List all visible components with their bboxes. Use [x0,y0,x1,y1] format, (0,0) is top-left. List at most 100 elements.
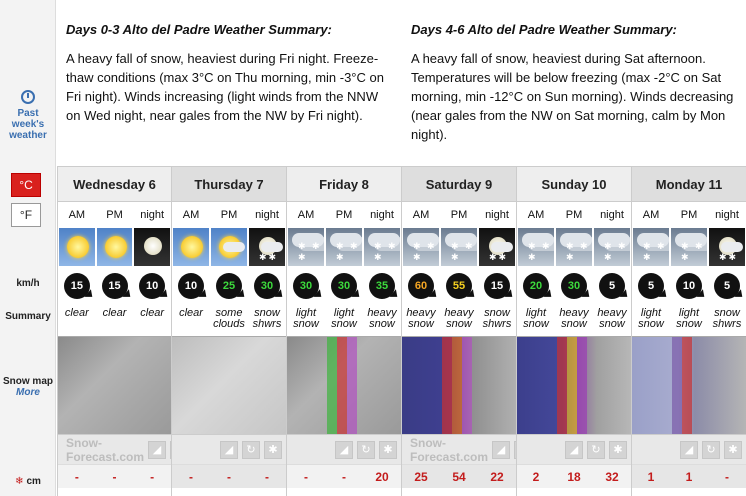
wind-arrow-icon: 30 [254,273,280,299]
wind-cell: 30 [248,273,286,299]
wind-row-label: km/h [16,278,40,289]
map-zoom-icon[interactable]: ◢ [335,440,353,459]
map-zoom-icon[interactable]: ◢ [565,440,583,459]
map-snowflake-icon[interactable]: ✱ [609,440,627,459]
snow-map[interactable] [58,336,171,434]
snow-amount-row: 25 54 22 [402,464,516,488]
map-refresh-icon[interactable]: ↻ [587,440,605,459]
snow-map-band [577,337,587,434]
map-zoom-icon[interactable]: ◢ [148,440,167,459]
weather-description: light snow [293,307,319,330]
snow-amount: 20 [375,470,389,484]
wind-row: 10 25 30 [172,266,286,306]
snow-map-row-label: Snow map More [0,376,56,398]
wind-cell: 25 [210,273,248,299]
snow-cloud-icon: ✱ ✱ ✱ [326,228,362,266]
wind-arrow-icon: 10 [139,273,166,299]
period-label: night [715,209,739,221]
summary-row: heavy snow heavy snow snow shwrs [402,306,516,336]
fahrenheit-button[interactable]: °F [11,203,41,227]
snow-amount: - [265,470,269,484]
snow-cloud-icon: ✱ ✱ ✱ [288,228,324,266]
summary-row: light snow light snow snow shwrs [632,306,746,336]
map-refresh-icon[interactable]: ↻ [702,440,720,459]
period-label: PM [565,209,583,221]
wind-arrow-icon: 20 [523,273,549,299]
period-label: AM [68,209,86,221]
snow-cloud-icon: ✱ ✱ ✱ [403,228,439,266]
snow-map[interactable] [287,336,401,434]
wind-speed: 10 [682,280,696,292]
summary-row: light snow heavy snow heavy snow [517,306,631,336]
snow-map[interactable] [172,336,286,434]
snow-map[interactable] [402,336,516,434]
summary-title: Days 4-6 Alto del Padre Weather Summary: [411,22,677,37]
map-snowflake-icon[interactable]: ✱ [264,440,282,459]
weather-description: heavy snow [559,307,589,330]
day-header: Friday 8 [287,166,401,202]
celsius-button[interactable]: °C [11,173,41,197]
day-column: Wednesday 6 AM PM night 15 15 10 clear clear clea… [57,166,211,496]
map-snowflake-icon[interactable]: ✱ [379,440,397,459]
map-zoom-icon[interactable]: ◢ [492,440,511,459]
snow-amount-row: --- [172,464,286,488]
period-label: PM [220,209,238,221]
period-label: PM [106,209,123,221]
map-zoom-icon[interactable]: ◢ [220,440,238,459]
map-refresh-icon[interactable]: ↻ [357,440,375,459]
wind-cell: 10 [670,273,708,299]
day-column: Thursday 7 AM PM night ✱✱ 10 25 30 clear some clo… [171,166,286,496]
snow-amount: - [189,470,193,484]
day-column: Saturday 9 AM PM night ✱ ✱ ✱ ✱ ✱ ✱ ✱✱ 60 55 15 hea… [401,166,555,496]
snow-amount: - [150,470,155,484]
snow-map-band [337,337,347,434]
wind-speed: 30 [567,280,581,292]
wind-arrow-icon: 15 [484,273,510,299]
snow-map-more-link[interactable]: More [0,387,56,398]
wind-cell: 15 [96,273,134,299]
weather-description: heavy snow [406,307,436,330]
weather-icon-row: ✱ ✱ ✱ ✱ ✱ ✱ ✱✱ [632,228,746,266]
weather-description: snow shwrs [482,307,512,330]
wind-arrow-icon: 5 [599,273,625,299]
moon-snow-icon: ✱✱ [709,228,745,266]
wind-arrow-icon: 30 [561,273,587,299]
past-weather-link[interactable]: Past week's weather [0,90,56,141]
wind-arrow-icon: 5 [638,273,664,299]
snow-amount: 32 [605,470,619,484]
map-zoom-icon[interactable]: ◢ [680,440,698,459]
forecast-table: Wednesday 6 AM PM night 15 15 10 clear clear clea… [57,166,746,496]
past-weather-label: Past week's weather [9,108,47,141]
snow-amount-row: --- [58,464,171,488]
clock-icon [21,90,35,104]
map-refresh-icon[interactable]: ↻ [242,440,260,459]
day-header: Sunday 10 [517,166,631,202]
wind-speed: 5 [723,280,731,292]
wind-arrow-icon: 15 [63,273,90,299]
map-footer: ◢ ↻ ✱ [517,434,631,464]
snow-amount: - [304,470,308,484]
snow-map[interactable] [517,336,631,434]
wind-speed: 60 [414,280,428,292]
weather-description: some clouds [213,307,245,330]
snow-amount: 22 [490,470,504,484]
period-label: night [600,209,624,221]
snow-amount: 1 [647,470,655,484]
snow-map-band [462,337,472,434]
weather-summary: Days 0-3 Alto del Padre Weather Summary:… [57,0,746,166]
snow-amount: 2 [532,470,540,484]
weather-description: light snow [331,307,357,330]
wind-speed: 30 [260,280,274,292]
wind-cell: 15 [478,273,516,299]
wind-speed: 15 [70,280,83,292]
map-snowflake-icon[interactable]: ✱ [724,440,742,459]
snow-map[interactable] [632,336,746,434]
map-footer: Snow-Forecast.com◢↻✱ [402,434,555,464]
summary-row: light snow light snow heavy snow [287,306,401,336]
snow-map-band [567,337,577,434]
period-label: PM [450,209,468,221]
wind-speed: 10 [146,280,159,292]
weather-description: snow shwrs [712,307,742,330]
wind-arrow-icon: 5 [714,273,740,299]
weather-description: heavy snow [367,307,397,330]
